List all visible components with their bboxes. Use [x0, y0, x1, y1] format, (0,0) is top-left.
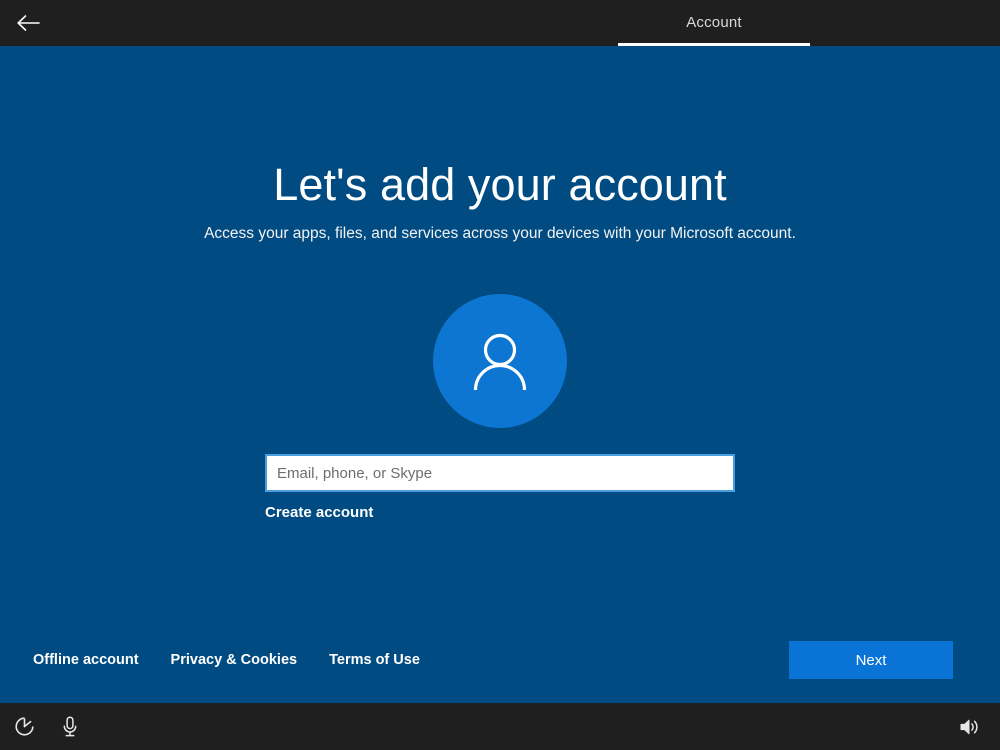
footer-links: Offline account Privacy & Cookies Terms …: [33, 652, 420, 668]
ease-of-access-button[interactable]: [8, 711, 40, 743]
bottom-taskbar: [0, 703, 1000, 750]
top-header-bar: Account: [0, 0, 1000, 46]
headline: Let's add your account: [273, 159, 727, 210]
taskbar-right-group: [954, 711, 1000, 743]
back-button[interactable]: [0, 0, 56, 46]
terms-of-use-link[interactable]: Terms of Use: [329, 652, 420, 668]
taskbar-left-group: [0, 711, 86, 743]
main-stage: Let's add your account Access your apps,…: [0, 46, 1000, 703]
avatar: [433, 294, 567, 428]
account-form: Create account: [265, 454, 735, 522]
page-title-container: Account: [618, 0, 810, 46]
offline-account-link[interactable]: Offline account: [33, 652, 139, 668]
create-account-link[interactable]: Create account: [265, 504, 373, 521]
back-arrow-icon: [15, 13, 41, 33]
next-button[interactable]: Next: [789, 641, 953, 679]
person-icon: [461, 322, 539, 400]
subheadline: Access your apps, files, and services ac…: [204, 225, 796, 242]
speaker-volume-icon: [959, 717, 981, 737]
microphone-button[interactable]: [54, 711, 86, 743]
microphone-icon: [60, 715, 80, 739]
volume-button[interactable]: [954, 711, 986, 743]
privacy-cookies-link[interactable]: Privacy & Cookies: [171, 652, 298, 668]
page-title: Account: [686, 13, 742, 31]
account-input[interactable]: [265, 454, 735, 492]
oobe-screen: Account Let's add your account Access yo…: [0, 0, 1000, 750]
ease-of-access-icon: [14, 716, 35, 737]
